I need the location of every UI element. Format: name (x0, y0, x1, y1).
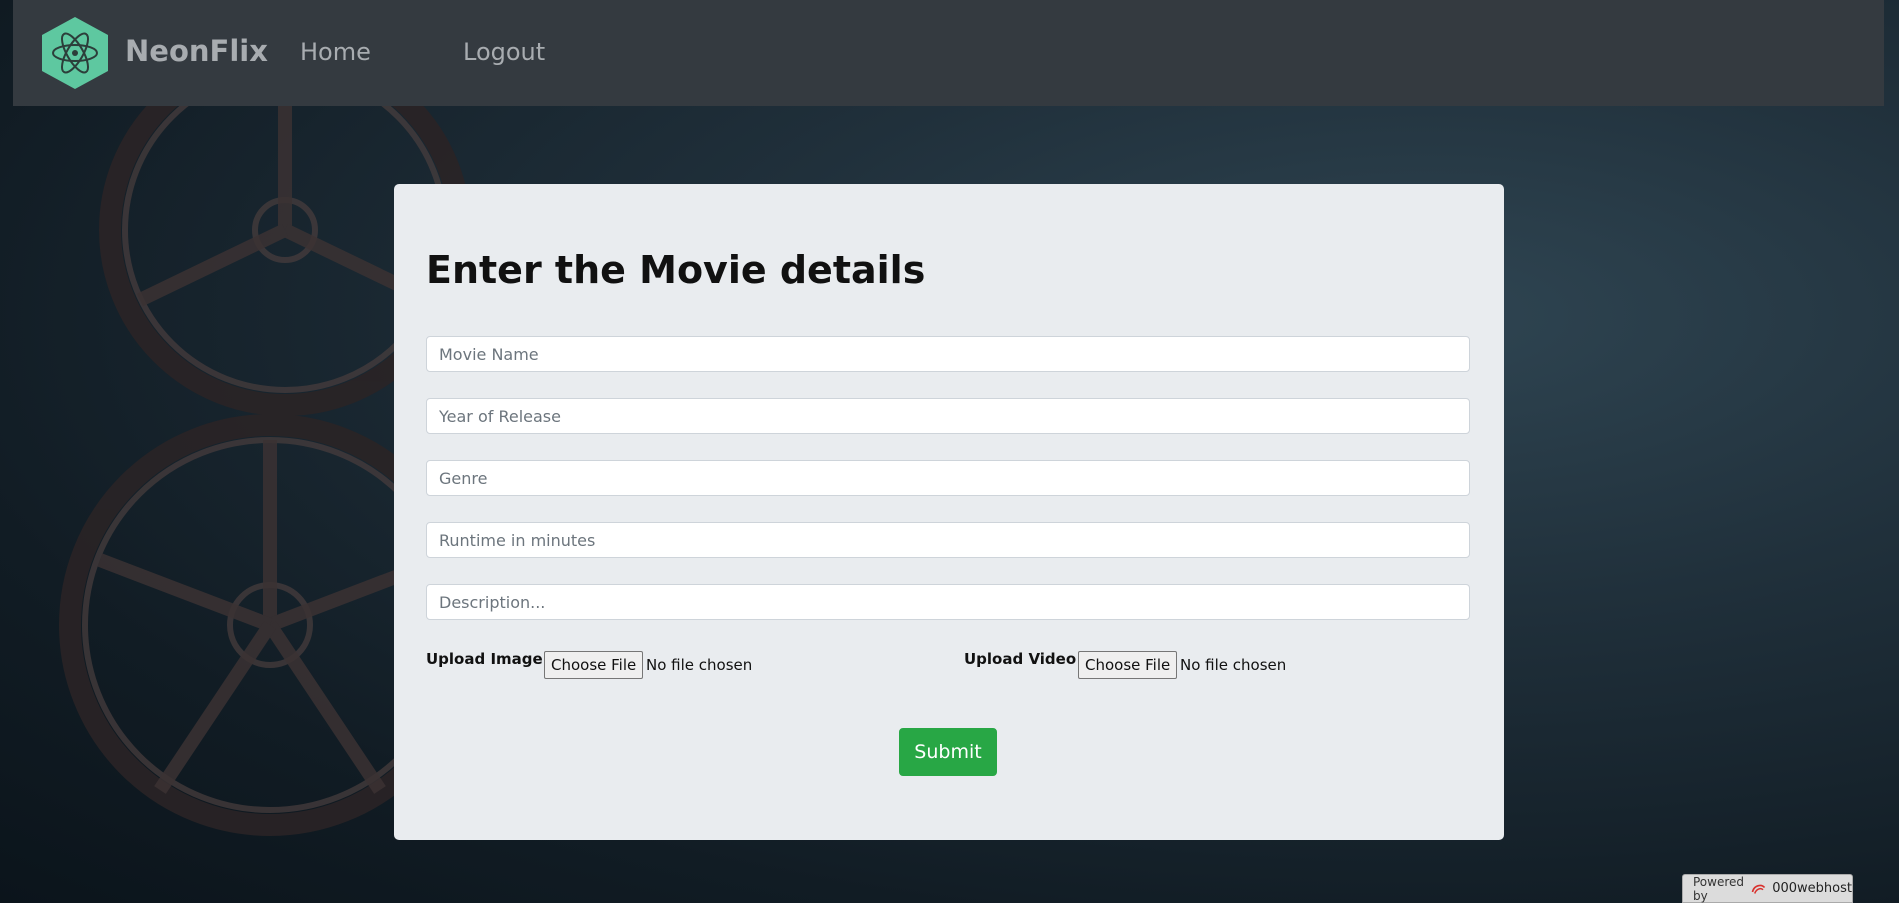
nav-home-link[interactable]: Home (300, 38, 371, 66)
top-navbar: NeonFlix Home Logout (13, 0, 1884, 106)
upload-image-button[interactable]: Choose File (544, 651, 644, 679)
runtime-input[interactable] (426, 522, 1470, 558)
upload-image-label: Upload Image : (426, 650, 554, 668)
upload-image-status: No file chosen (646, 656, 753, 674)
brand-name[interactable]: NeonFlix (125, 34, 268, 68)
host-logo-icon (1751, 884, 1766, 894)
form-title: Enter the Movie details (426, 248, 926, 292)
upload-video-label: Upload Video : (964, 650, 1088, 668)
genre-input[interactable] (426, 460, 1470, 496)
powered-by-label: Powered by (1693, 874, 1745, 903)
host-name: 000webhost (1772, 881, 1852, 896)
upload-video-status: No file chosen (1180, 656, 1287, 674)
nav-logout-link[interactable]: Logout (463, 38, 545, 66)
atom-logo-icon[interactable] (37, 15, 113, 91)
description-input[interactable] (426, 584, 1470, 620)
upload-video-button[interactable]: Choose File (1078, 651, 1178, 679)
movie-name-input[interactable] (426, 336, 1470, 372)
movie-details-form: Enter the Movie details Upload Image : C… (394, 184, 1504, 840)
submit-button[interactable]: Submit (899, 728, 997, 776)
hosting-badge[interactable]: Powered by 000webhost (1682, 874, 1853, 903)
year-of-release-input[interactable] (426, 398, 1470, 434)
